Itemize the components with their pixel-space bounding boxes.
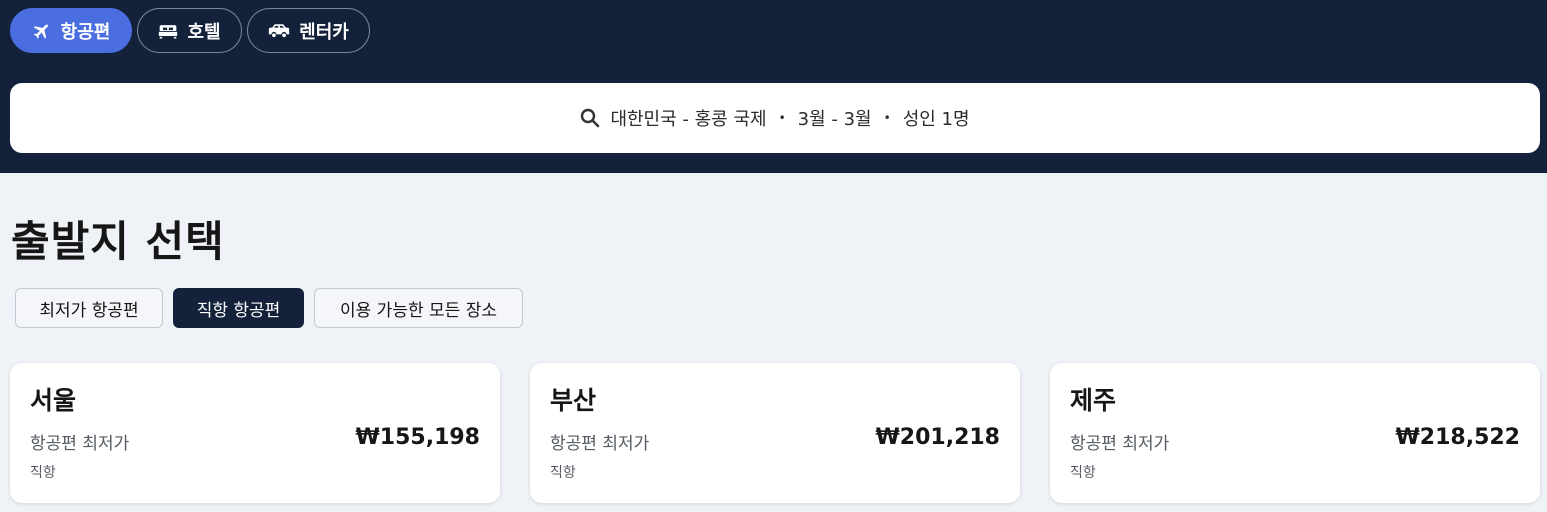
tab-car-rental-label: 렌터카 (299, 21, 349, 43)
search-travelers: 성인 1명 (902, 109, 970, 130)
destination-card-seoul[interactable]: 서울 항공편 최저가 ₩155,198 직항 (10, 363, 500, 503)
separator-dot: • (883, 111, 891, 125)
card-price: ₩218,522 (1395, 425, 1520, 450)
card-price: ₩201,218 (875, 425, 1000, 450)
search-route: 대한민국 - 홍콩 국제 (610, 109, 767, 130)
filter-label: 직항 항공편 (196, 300, 281, 321)
card-flight-type: 직항 (550, 465, 576, 481)
card-city: 제주 (1070, 386, 1117, 415)
card-price-label: 항공편 최저가 (550, 434, 650, 454)
airplane-icon (33, 23, 48, 39)
bed-icon (159, 24, 178, 38)
card-price: ₩155,198 (355, 425, 480, 450)
tab-hotels[interactable]: 호텔 (137, 8, 242, 53)
tab-flights[interactable]: 항공편 (10, 8, 132, 53)
card-flight-type: 직항 (1070, 465, 1096, 481)
filter-direct-flights[interactable]: 직항 항공편 (173, 288, 304, 328)
tab-flights-label: 항공편 (60, 21, 111, 43)
destination-card-busan[interactable]: 부산 항공편 최저가 ₩201,218 직항 (530, 363, 1020, 503)
page-title: 출발지 선택 (11, 217, 225, 266)
card-price-label: 항공편 최저가 (1070, 434, 1170, 454)
tab-car-rental[interactable]: 렌터카 (247, 8, 370, 53)
car-icon (269, 23, 290, 37)
destination-card-jeju[interactable]: 제주 항공편 최저가 ₩218,522 직항 (1050, 363, 1540, 503)
header-bar: 항공편 호텔 렌터카 대한민국 - 홍콩 국제 • 3월 - 3월 • 성인 1… (0, 0, 1547, 173)
card-city: 서울 (30, 386, 77, 415)
search-icon (581, 108, 600, 128)
card-flight-type: 직항 (30, 465, 56, 481)
search-dates: 3월 - 3월 (797, 109, 872, 130)
filter-cheapest-flights[interactable]: 최저가 항공편 (15, 288, 163, 328)
filter-label: 이용 가능한 모든 장소 (340, 300, 497, 321)
separator-dot: • (778, 111, 786, 125)
filter-label: 최저가 항공편 (39, 300, 139, 321)
card-price-label: 항공편 최저가 (30, 434, 130, 454)
card-city: 부산 (550, 386, 597, 415)
search-summary-bar[interactable]: 대한민국 - 홍콩 국제 • 3월 - 3월 • 성인 1명 (10, 83, 1540, 153)
tab-hotels-label: 호텔 (187, 21, 221, 43)
filter-all-places[interactable]: 이용 가능한 모든 장소 (314, 288, 523, 328)
